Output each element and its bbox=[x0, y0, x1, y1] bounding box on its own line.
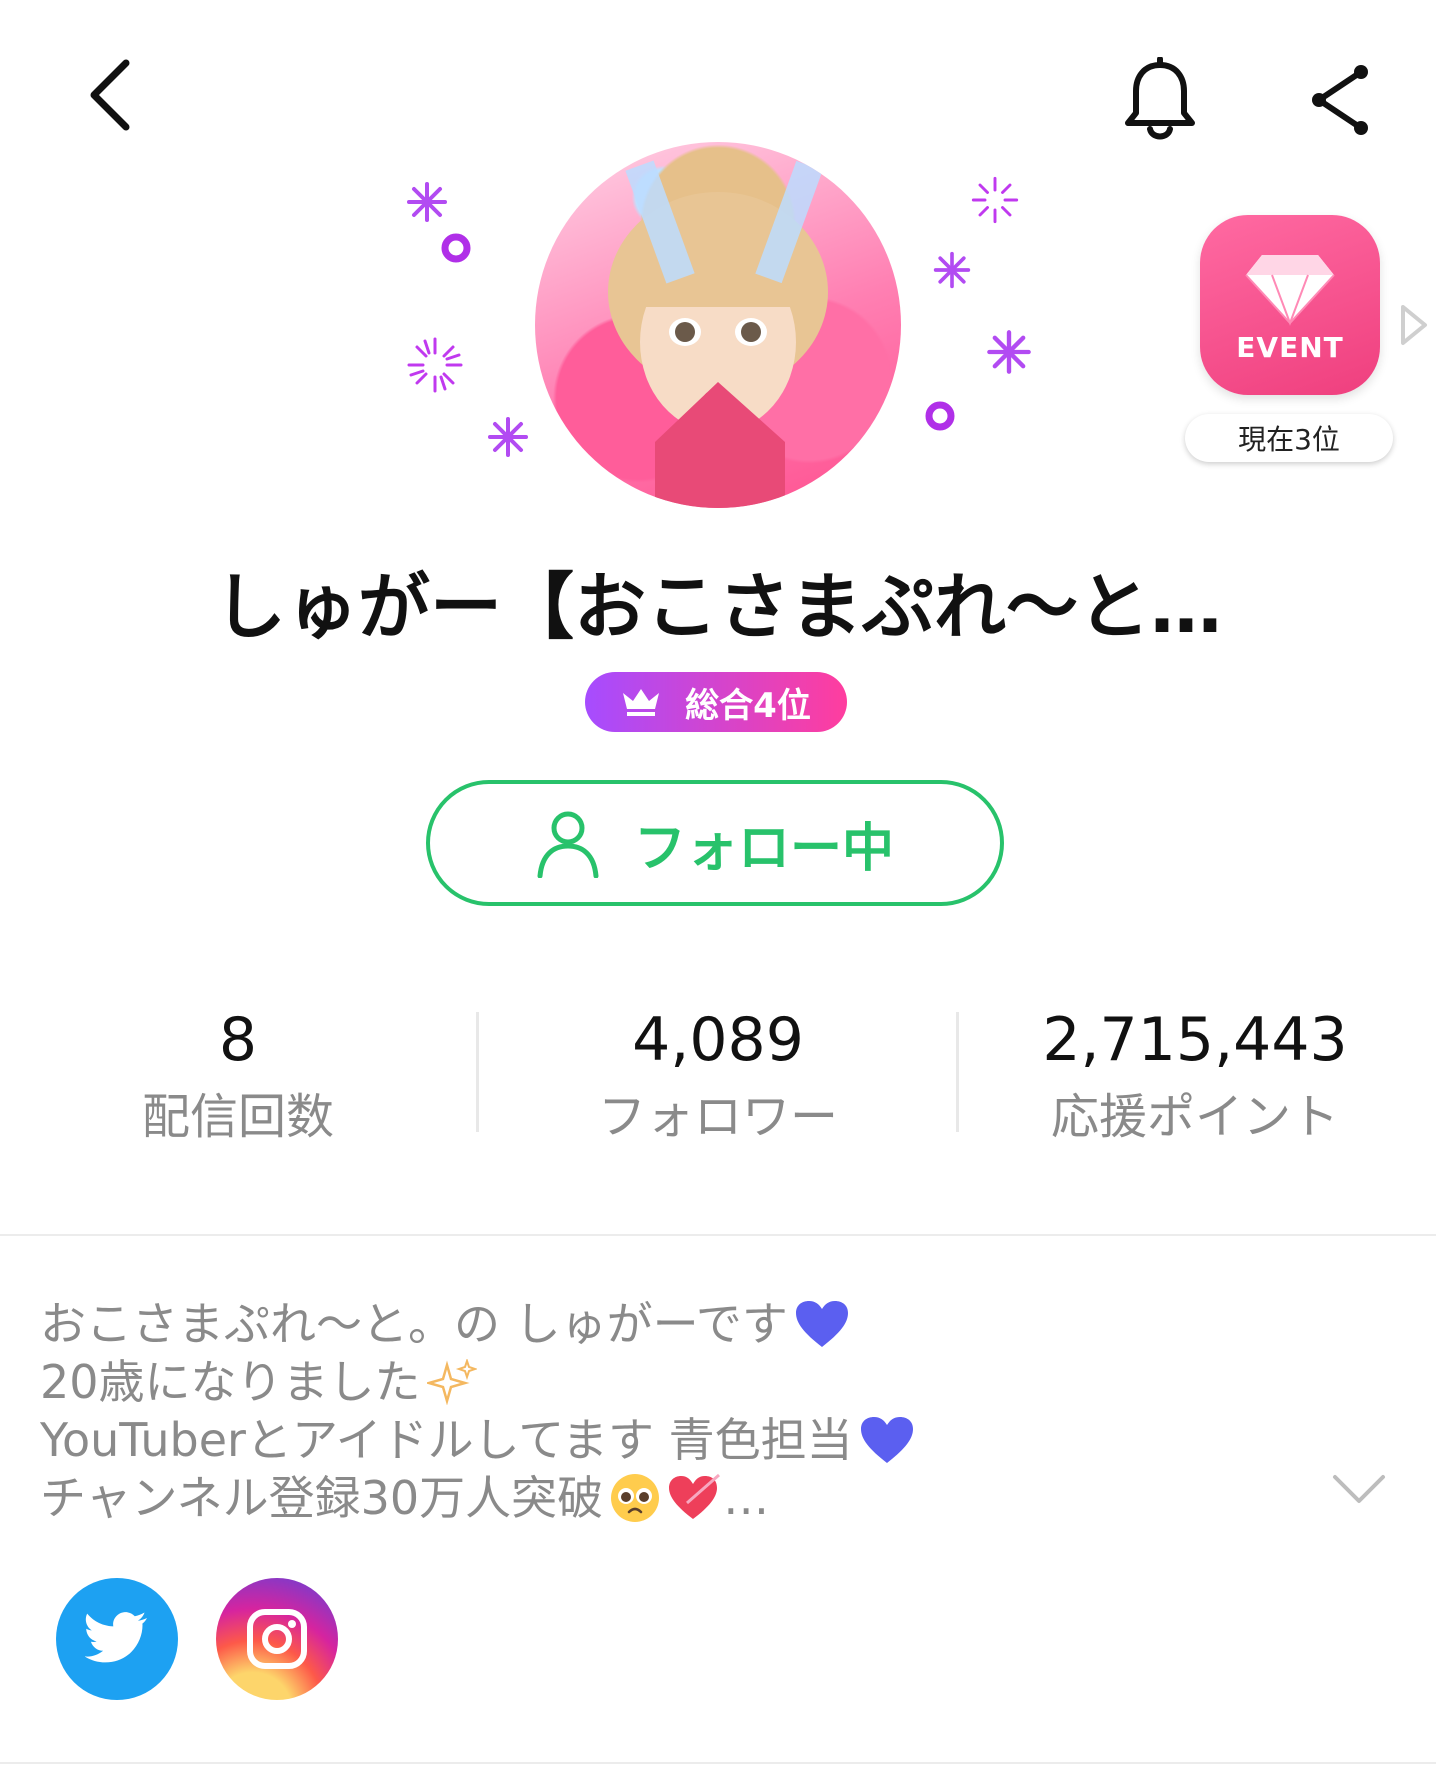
pleading-face-emoji bbox=[611, 1474, 660, 1522]
sparkle-decoration bbox=[987, 330, 1031, 374]
stat-broadcast-count: 8 配信回数 bbox=[38, 1000, 438, 1152]
overall-rank-badge[interactable]: 総合4位 bbox=[585, 672, 847, 732]
share-icon bbox=[1312, 65, 1368, 135]
instagram-icon bbox=[247, 1609, 307, 1669]
share-button[interactable] bbox=[1300, 55, 1380, 145]
sparkles-emoji bbox=[426, 1359, 477, 1405]
twitter-link[interactable] bbox=[56, 1578, 178, 1700]
ring-decoration bbox=[441, 233, 471, 263]
diamond-icon bbox=[1245, 254, 1335, 326]
section-divider bbox=[0, 1762, 1436, 1764]
profile-avatar[interactable] bbox=[535, 142, 901, 508]
sparkle-decoration bbox=[407, 182, 447, 222]
chevron-down-icon bbox=[1333, 1475, 1385, 1503]
stat-label: フォロワー bbox=[597, 1089, 838, 1145]
bio-ellipsis: … bbox=[723, 1471, 770, 1525]
avatar-illustration bbox=[608, 160, 828, 508]
bio-line: YouTuberとアイドルしてます 青色担当 bbox=[40, 1411, 1240, 1469]
bell-icon bbox=[1125, 57, 1195, 140]
blue-heart-emoji bbox=[795, 1301, 848, 1347]
heart-arrow-emoji bbox=[669, 1473, 721, 1519]
event-next-button[interactable] bbox=[1396, 300, 1432, 350]
stat-divider bbox=[956, 1012, 959, 1132]
stat-value: 4,089 bbox=[632, 1005, 804, 1075]
bio-line: チャンネル登録30万人突破 … bbox=[40, 1469, 1240, 1527]
back-button[interactable] bbox=[70, 50, 150, 140]
profile-name: しゅがー【おこさまぷれ〜と… bbox=[213, 565, 1222, 649]
bio-text: チャンネル登録30万人突破 bbox=[40, 1471, 604, 1525]
sparkle-decoration bbox=[933, 251, 971, 289]
overall-rank-label: 総合4位 bbox=[685, 685, 811, 726]
crown-icon bbox=[621, 687, 661, 717]
stat-label: 応援ポイント bbox=[1050, 1089, 1339, 1145]
stat-value: 2,715,443 bbox=[1042, 1005, 1348, 1075]
stat-followers[interactable]: 4,089 フォロワー bbox=[518, 1000, 918, 1152]
bio-text: YouTuberとアイドルしてます 青色担当 bbox=[40, 1413, 853, 1467]
section-divider bbox=[0, 1234, 1436, 1236]
following-label: フォロー中 bbox=[633, 818, 894, 879]
following-button[interactable]: フォロー中 bbox=[426, 780, 1004, 906]
bio-text: 20歳になりました bbox=[40, 1355, 421, 1409]
stat-label: 配信回数 bbox=[141, 1089, 334, 1145]
burst-decoration bbox=[971, 176, 1019, 224]
play-triangle-icon bbox=[1401, 305, 1427, 345]
expand-bio-button[interactable] bbox=[1328, 1458, 1390, 1520]
person-icon bbox=[536, 808, 600, 878]
event-rank-badge: 現在3位 bbox=[1185, 414, 1393, 462]
notification-button[interactable] bbox=[1120, 55, 1200, 145]
ring-decoration bbox=[925, 401, 955, 431]
event-label: EVENT bbox=[1236, 330, 1344, 364]
instagram-link[interactable] bbox=[216, 1578, 338, 1700]
bio-line: 20歳になりました bbox=[40, 1353, 1240, 1411]
stat-support-points: 2,715,443 応援ポイント bbox=[995, 1000, 1395, 1152]
event-button[interactable]: EVENT bbox=[1200, 215, 1380, 395]
chevron-left-icon bbox=[90, 59, 130, 131]
burst-decoration bbox=[407, 337, 463, 393]
bio-text: おこさまぷれ〜と。の しゅがーです bbox=[40, 1297, 788, 1351]
bio-line: おこさまぷれ〜と。の しゅがーです bbox=[40, 1295, 1240, 1353]
blue-heart-emoji bbox=[860, 1417, 913, 1463]
stat-divider bbox=[476, 1012, 479, 1132]
profile-bio[interactable]: おこさまぷれ〜と。の しゅがーです 20歳になりました YouTuberとアイド… bbox=[40, 1295, 1240, 1527]
sparkle-decoration bbox=[488, 417, 528, 457]
stat-value: 8 bbox=[218, 1005, 258, 1075]
twitter-icon bbox=[85, 1612, 147, 1663]
